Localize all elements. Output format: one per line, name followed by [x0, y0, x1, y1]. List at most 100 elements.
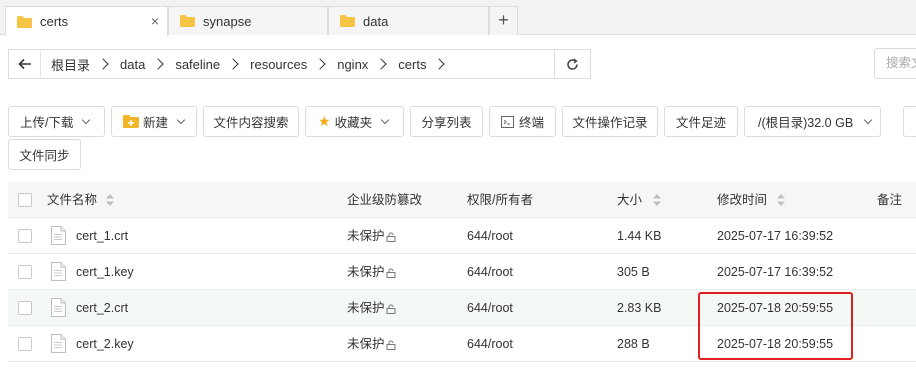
address-bar: 根目录 data safeline resources nginx certs: [8, 49, 591, 79]
new-button[interactable]: 新建: [111, 106, 197, 137]
chevron-right-icon: [375, 58, 387, 70]
terminal-button[interactable]: 终端: [489, 106, 556, 137]
table-row[interactable]: cert_1.crt 未保护 644/root 1.44 KB 2025-07-…: [8, 218, 916, 254]
breadcrumb-item[interactable]: data: [120, 57, 145, 72]
column-header-size[interactable]: 大小: [617, 182, 642, 218]
content-search-button[interactable]: 文件内容搜索: [203, 106, 299, 137]
modified-time: 2025-07-17 16:39:52: [717, 265, 834, 279]
column-header-protect: 企业级防篡改: [347, 193, 423, 207]
share-list-button[interactable]: 分享列表: [410, 106, 483, 137]
chevron-right-icon: [152, 58, 164, 70]
close-icon[interactable]: ×: [151, 13, 159, 29]
lock-icon[interactable]: [386, 304, 396, 314]
footprint-button[interactable]: 文件足迹: [664, 106, 738, 137]
permission[interactable]: 644/root: [467, 290, 513, 326]
row-checkbox[interactable]: [18, 301, 32, 315]
column-header-mtime[interactable]: 修改时间: [717, 182, 767, 218]
column-header-note: 备注: [877, 193, 903, 207]
button-label: 收藏夹: [334, 116, 373, 130]
button-label: 分享列表: [421, 116, 472, 130]
tab-label: certs: [40, 14, 69, 29]
select-all-checkbox[interactable]: [18, 193, 32, 207]
tab-label: data: [363, 13, 389, 29]
button-label: 终端: [518, 116, 544, 130]
breadcrumb-item[interactable]: 根目录: [51, 55, 90, 74]
breadcrumb-item[interactable]: safeline: [175, 57, 220, 72]
button-label: /(根目录)32.0 GB: [758, 116, 854, 130]
file-icon: [51, 262, 66, 281]
button-label: 上传/下载: [20, 116, 74, 130]
protect-text: 未保护: [347, 337, 385, 351]
table-header: 文件名称 企业级防篡改 权限/所有者 大小 修改时间 备注: [8, 182, 916, 218]
file-sync-button[interactable]: 文件同步: [8, 139, 81, 170]
toolbar-overflow-button[interactable]: [903, 106, 916, 137]
button-label: 文件同步: [19, 149, 70, 163]
upload-download-button[interactable]: 上传/下载: [8, 106, 105, 137]
chevron-right-icon: [97, 58, 109, 70]
star-icon: ★: [318, 113, 331, 129]
tab-synapse[interactable]: synapse: [168, 6, 328, 35]
column-header-name[interactable]: 文件名称: [47, 182, 97, 218]
folder-icon: [17, 15, 32, 28]
refresh-icon: [567, 57, 578, 70]
protect-text: 未保护: [347, 229, 385, 243]
file-name[interactable]: cert_1.crt: [76, 218, 128, 254]
button-label: 文件足迹: [675, 116, 726, 130]
row-checkbox[interactable]: [18, 337, 32, 351]
modified-time: 2025-07-17 16:39:52: [717, 229, 834, 243]
file-icon: [51, 226, 66, 245]
add-tab-button[interactable]: +: [489, 6, 518, 35]
file-name[interactable]: cert_1.key: [76, 254, 134, 290]
folder-icon: [180, 15, 195, 27]
search-input[interactable]: 搜索文件: [874, 48, 916, 79]
file-size: 1.44 KB: [617, 229, 662, 243]
lock-icon[interactable]: [386, 340, 396, 350]
chevron-down-icon: [82, 115, 91, 125]
tab-data[interactable]: data: [328, 6, 489, 35]
button-label: 新建: [143, 116, 169, 130]
highlight-annotation-box: [698, 292, 853, 360]
protect-status: 未保护: [347, 326, 396, 362]
row-checkbox[interactable]: [18, 265, 32, 279]
file-name[interactable]: cert_2.crt: [76, 290, 128, 326]
tab-label: synapse: [203, 13, 252, 29]
favorites-button[interactable]: ★ 收藏夹: [305, 106, 404, 137]
sort-icon[interactable]: [777, 194, 785, 206]
chevron-right-icon: [314, 58, 326, 70]
chevron-down-icon: [176, 115, 186, 125]
sort-icon[interactable]: [653, 194, 661, 206]
breadcrumb-item[interactable]: certs: [398, 57, 426, 72]
column-header-permission: 权限/所有者: [467, 193, 533, 207]
file-icon: [51, 334, 66, 353]
permission[interactable]: 644/root: [467, 254, 513, 290]
breadcrumb-item[interactable]: nginx: [337, 57, 368, 72]
protect-text: 未保护: [347, 265, 385, 279]
breadcrumb-item[interactable]: resources: [250, 57, 307, 72]
lock-icon[interactable]: [386, 232, 396, 242]
sort-icon[interactable]: [106, 194, 114, 206]
arrow-left-icon: [17, 58, 31, 70]
chevron-right-icon: [227, 58, 239, 70]
refresh-button[interactable]: [554, 50, 590, 78]
chevron-down-icon: [380, 115, 390, 125]
breadcrumb: 根目录 data safeline resources nginx certs: [41, 50, 456, 78]
new-folder-icon: [123, 115, 139, 128]
file-size: 305 B: [617, 265, 650, 279]
file-size: 288 B: [617, 337, 650, 351]
protect-status: 未保护: [347, 218, 396, 254]
back-button[interactable]: [9, 50, 41, 78]
protect-status: 未保护: [347, 254, 396, 290]
folder-icon: [340, 15, 355, 27]
operation-log-button[interactable]: 文件操作记录: [562, 106, 658, 137]
lock-icon[interactable]: [386, 268, 396, 278]
tab-certs[interactable]: certs ×: [5, 6, 168, 36]
table-row[interactable]: cert_1.key 未保护 644/root 305 B 2025-07-17…: [8, 254, 916, 290]
chevron-down-icon: [863, 115, 873, 125]
file-size: 2.83 KB: [617, 301, 662, 315]
row-checkbox[interactable]: [18, 229, 32, 243]
permission[interactable]: 644/root: [467, 326, 513, 362]
file-name[interactable]: cert_2.key: [76, 326, 134, 362]
permission[interactable]: 644/root: [467, 218, 513, 254]
disk-select[interactable]: /(根目录)32.0 GB: [744, 106, 881, 137]
tab-bar: certs × synapse data +: [0, 0, 916, 36]
